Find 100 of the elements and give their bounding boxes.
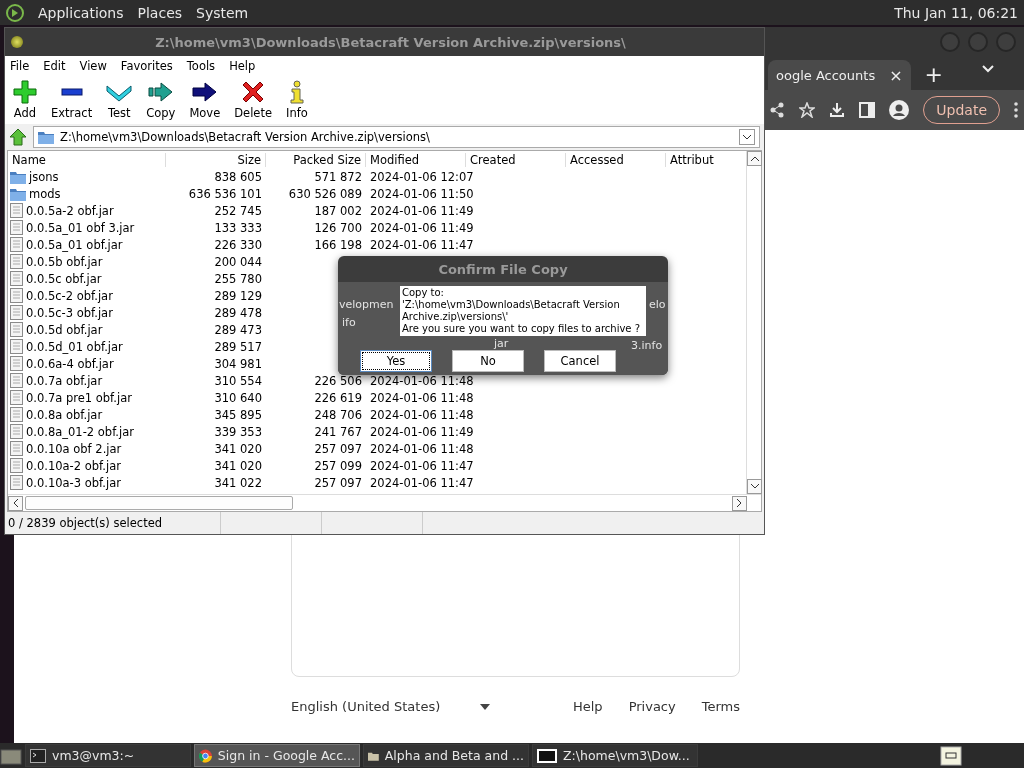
file-name[interactable]: 0.0.8a_01-2 obf.jar bbox=[26, 424, 134, 439]
logo-icon[interactable] bbox=[6, 3, 24, 22]
chevron-up-icon bbox=[750, 156, 759, 161]
taskbar-button[interactable]: vm3@vm3:~ bbox=[25, 744, 191, 767]
file-name[interactable]: 0.0.10a-3 obf.jar bbox=[26, 475, 121, 490]
column-header[interactable]: Name bbox=[8, 152, 166, 167]
scroll-thumb[interactable] bbox=[25, 496, 293, 510]
toolbar-button[interactable]: Copy bbox=[146, 80, 176, 120]
toolbar-button[interactable]: Add bbox=[13, 80, 37, 120]
panel-menu[interactable]: System bbox=[196, 4, 249, 21]
cross-icon bbox=[241, 80, 266, 104]
caret-icon[interactable] bbox=[480, 703, 491, 710]
taskbar-button[interactable]: Alpha and Beta and ... bbox=[363, 744, 529, 767]
address-field[interactable]: Z:\home\vm3\Downloads\Betacraft Version Archive.zip\versions\ bbox=[33, 126, 760, 148]
file-icon bbox=[10, 407, 23, 422]
file-icon bbox=[10, 220, 23, 235]
panel-menu[interactable]: Places bbox=[137, 4, 183, 21]
column-header[interactable]: Created bbox=[466, 152, 566, 167]
scroll-up-button[interactable] bbox=[747, 151, 762, 166]
file-name[interactable]: 0.0.8a obf.jar bbox=[26, 407, 103, 422]
share-icon[interactable] bbox=[769, 102, 786, 118]
dialog-button[interactable]: No bbox=[452, 350, 524, 372]
file-icon bbox=[10, 441, 23, 456]
file-name[interactable]: 0.0.5c obf.jar bbox=[26, 271, 102, 286]
sidebar-icon[interactable] bbox=[859, 102, 876, 118]
modified-cell: 2024-01-06 11:49 bbox=[370, 203, 474, 218]
footer-link[interactable]: Terms bbox=[701, 699, 740, 714]
packed-size-cell: 226 619 bbox=[314, 390, 362, 405]
file-name[interactable]: 0.0.5c-2 obf.jar bbox=[26, 288, 113, 303]
taskbar-button[interactable]: Z:\home\vm3\Dow... bbox=[532, 744, 698, 767]
show-desktop-icon[interactable] bbox=[0, 746, 22, 765]
star-icon[interactable] bbox=[799, 102, 816, 118]
modified-cell: 2024-01-06 11:50 bbox=[370, 186, 474, 201]
column-header[interactable]: Size bbox=[166, 152, 266, 167]
language-select[interactable]: English (United States) bbox=[291, 699, 441, 714]
dialog-button[interactable]: Yes bbox=[360, 350, 432, 372]
file-name[interactable]: 0.0.7a obf.jar bbox=[26, 373, 103, 388]
menu-item[interactable]: Help bbox=[229, 59, 256, 73]
packed-size-cell: 630 526 089 bbox=[288, 186, 362, 201]
size-cell: 289 478 bbox=[214, 305, 262, 320]
file-name[interactable]: 0.0.5d_01 obf.jar bbox=[26, 339, 123, 354]
file-name[interactable]: 0.0.10a obf 2.jar bbox=[26, 441, 122, 456]
file-icon bbox=[10, 373, 23, 388]
file-name[interactable]: jsons bbox=[29, 169, 59, 184]
packed-size-cell: 257 099 bbox=[314, 458, 362, 473]
size-cell: 341 020 bbox=[214, 458, 262, 473]
footer-link[interactable]: Privacy bbox=[628, 699, 676, 714]
taskbar-button[interactable]: Sign in - Google Acc... bbox=[194, 744, 360, 767]
column-header[interactable]: Accessed bbox=[566, 152, 666, 167]
browser-tab[interactable]: oogle Accounts × bbox=[768, 60, 911, 90]
file-label: elo bbox=[649, 298, 666, 311]
packed-size-cell: 248 706 bbox=[314, 407, 362, 422]
footer-link[interactable]: Help bbox=[573, 699, 603, 714]
menu-item[interactable]: Tools bbox=[186, 59, 216, 73]
file-name[interactable]: 0.0.5b obf.jar bbox=[26, 254, 103, 269]
scroll-down-button[interactable] bbox=[747, 479, 762, 494]
file-name[interactable]: 0.0.5d obf.jar bbox=[26, 322, 103, 337]
new-tab-button[interactable]: + bbox=[924, 62, 943, 87]
file-name[interactable]: 0.0.5a_01 obf 3.jar bbox=[26, 220, 135, 235]
packed-size-cell: 226 506 bbox=[314, 373, 362, 388]
file-icon bbox=[10, 237, 23, 252]
packed-size-cell: 571 872 bbox=[314, 169, 362, 184]
file-name[interactable]: 0.0.5a_01 obf.jar bbox=[26, 237, 123, 252]
menu-item[interactable]: View bbox=[79, 59, 107, 73]
file-name[interactable]: 0.0.5a-2 obf.jar bbox=[26, 203, 114, 218]
column-header[interactable]: Modified bbox=[366, 152, 466, 167]
toolbar-button[interactable]: Delete bbox=[234, 80, 272, 120]
chevron-left-icon bbox=[13, 499, 18, 507]
size-cell: 310 640 bbox=[214, 390, 262, 405]
toolbar-button[interactable]: Extract bbox=[51, 80, 93, 120]
chevron-down-icon[interactable] bbox=[743, 134, 751, 140]
file-icon bbox=[10, 339, 23, 354]
column-header[interactable]: Packed Size bbox=[266, 152, 366, 167]
modified-cell: 2024-01-06 11:49 bbox=[370, 424, 474, 439]
arrow-icon bbox=[191, 80, 218, 104]
window-menu-icon[interactable] bbox=[11, 36, 23, 48]
menu-item[interactable]: Edit bbox=[43, 59, 66, 73]
file-name[interactable]: 0.0.7a pre1 obf.jar bbox=[26, 390, 132, 405]
window-list-icon[interactable] bbox=[940, 745, 962, 766]
file-name[interactable]: 0.0.5c-3 obf.jar bbox=[26, 305, 113, 320]
toolbar-button[interactable]: Info bbox=[286, 80, 308, 120]
file-name[interactable]: 0.0.10a-2 obf.jar bbox=[26, 458, 121, 473]
file-name[interactable]: mods bbox=[29, 186, 61, 201]
download-icon[interactable] bbox=[829, 102, 846, 118]
up-arrow-icon[interactable] bbox=[9, 128, 27, 146]
file-icon bbox=[10, 305, 23, 320]
panel-menu[interactable]: Applications bbox=[38, 4, 124, 21]
size-cell: 341 022 bbox=[214, 475, 262, 490]
menu-item[interactable]: File bbox=[10, 59, 30, 73]
toolbar-button[interactable]: Test bbox=[106, 80, 133, 120]
file-name[interactable]: 0.0.6a-4 obf.jar bbox=[26, 356, 114, 371]
size-cell: 289 129 bbox=[214, 288, 262, 303]
menu-item[interactable]: Favorites bbox=[120, 59, 173, 73]
toolbar-button[interactable]: Move bbox=[189, 80, 221, 120]
scroll-right-button[interactable] bbox=[732, 495, 747, 511]
scroll-left-button[interactable] bbox=[8, 495, 23, 511]
profile-icon[interactable] bbox=[889, 100, 910, 120]
more-icon[interactable] bbox=[1014, 102, 1018, 118]
modified-cell: 2024-01-06 12:07 bbox=[370, 169, 474, 184]
dialog-button[interactable]: Cancel bbox=[544, 350, 616, 372]
